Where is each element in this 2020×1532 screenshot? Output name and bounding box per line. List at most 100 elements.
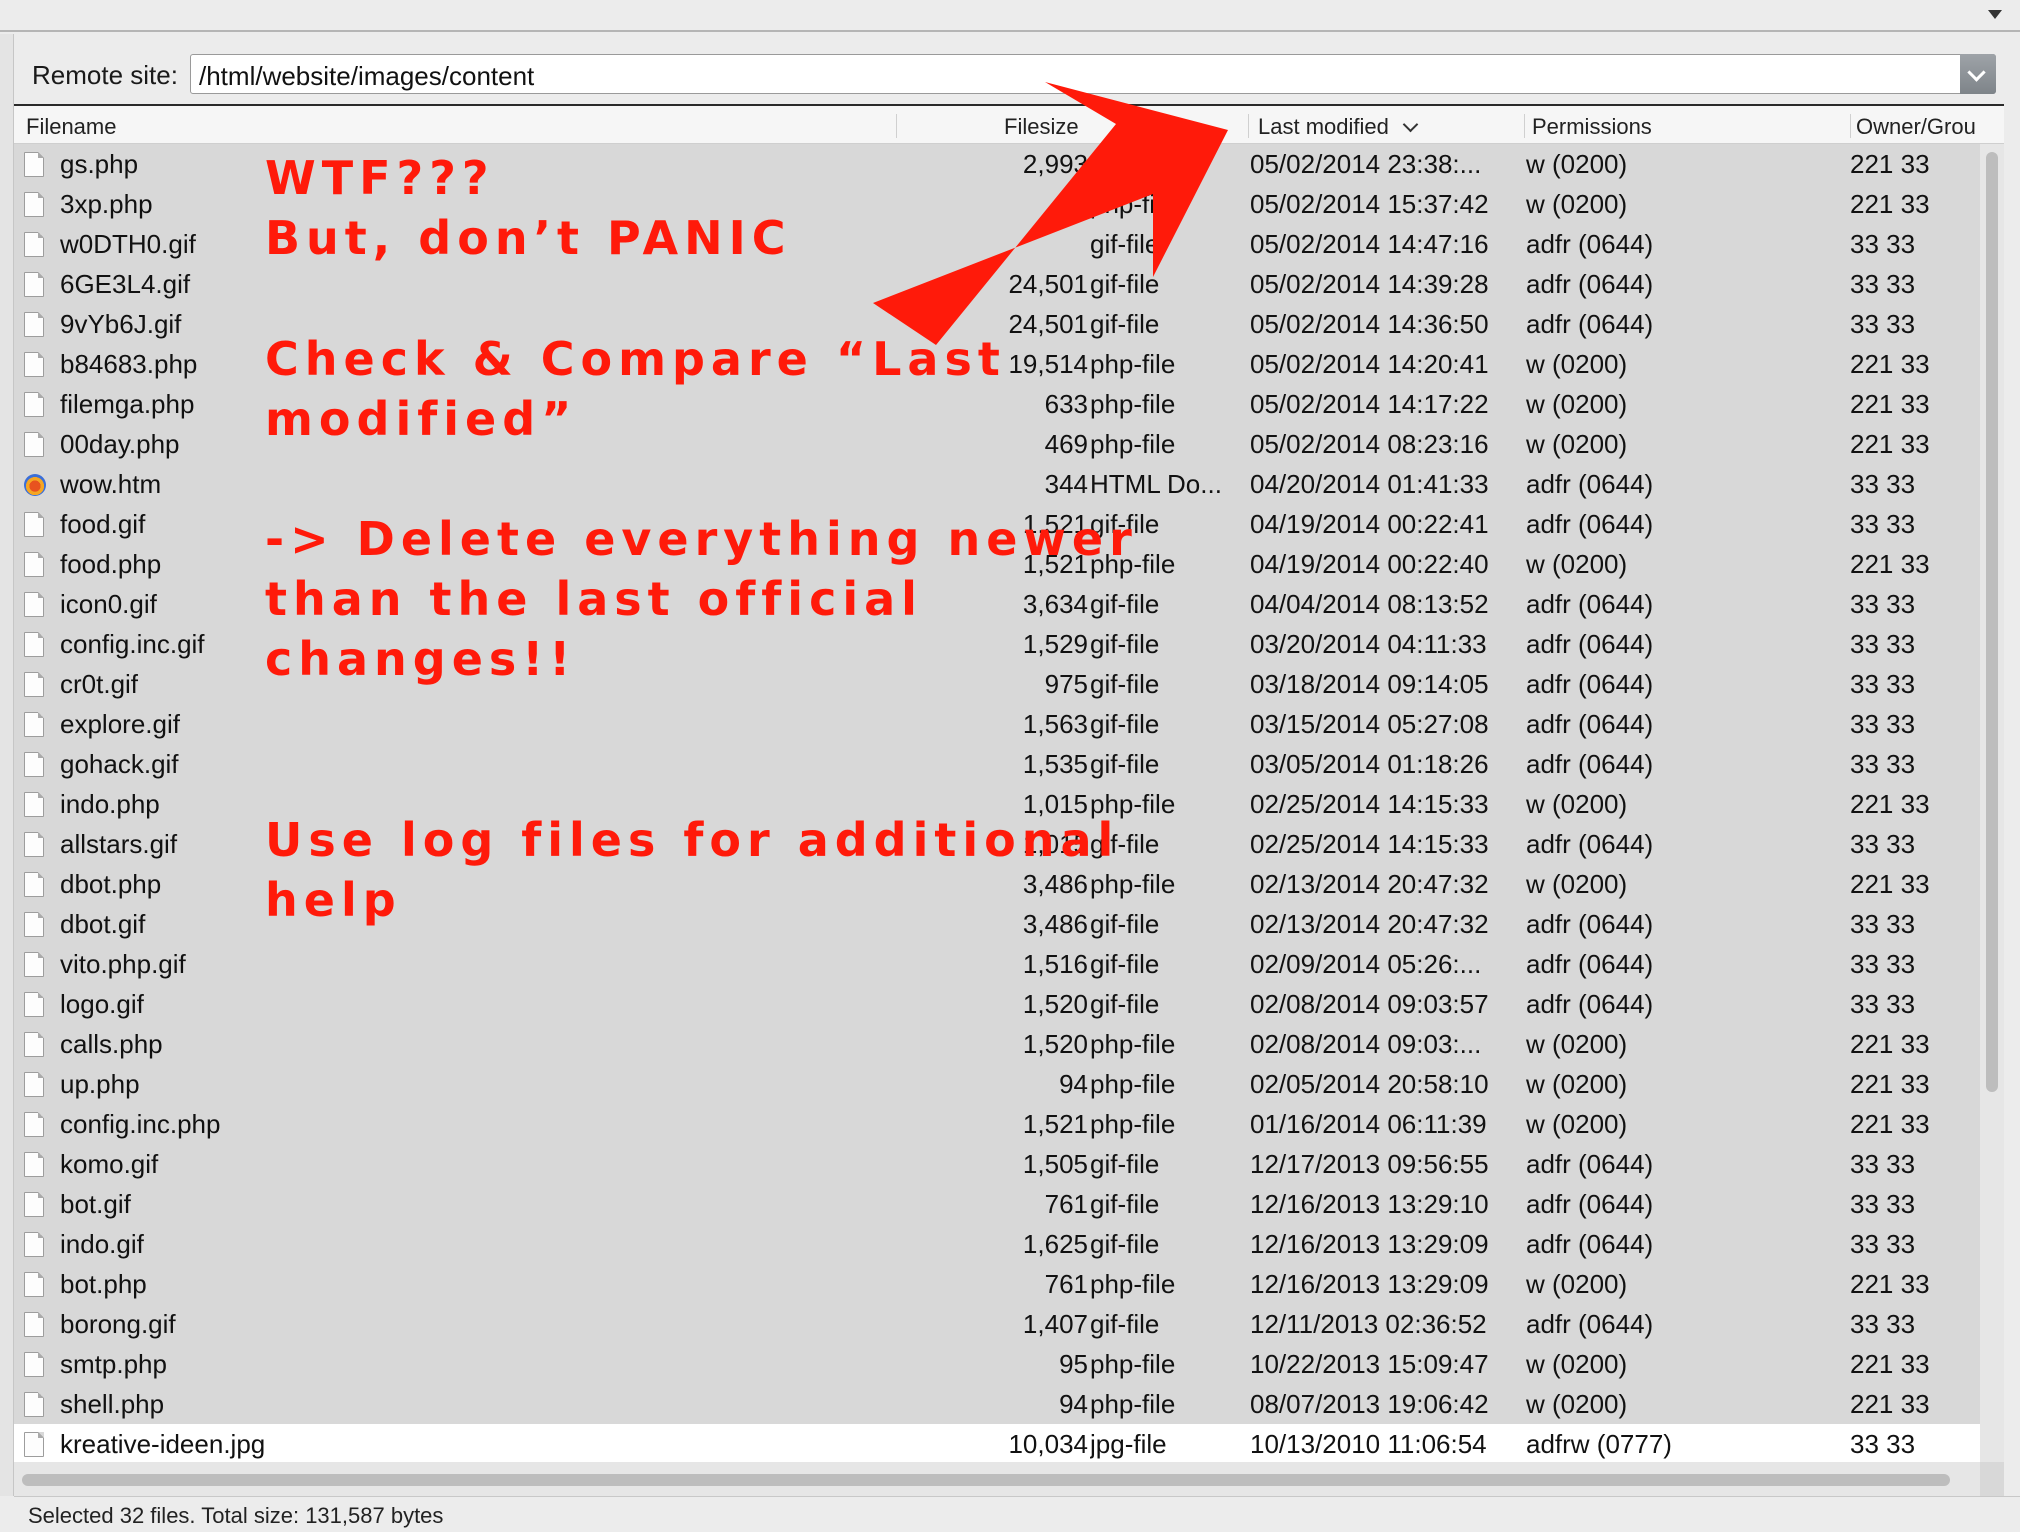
horizontal-scrollbar-thumb[interactable] xyxy=(22,1474,1950,1486)
file-icon xyxy=(24,632,44,657)
file-icon xyxy=(24,552,44,577)
table-row[interactable]: up.php 94 php-file 02/05/2014 20:58:10 w (02… xyxy=(14,1064,1980,1104)
table-row[interactable]: explore.gif 1,563 gif-file 03/15/2014 05:27… xyxy=(14,704,1980,744)
last-modified-cell: 05/02/2014 23:38:... xyxy=(1250,149,1482,179)
table-row[interactable]: shell.php 94 php-file 08/07/2013 19:06:42 w … xyxy=(14,1384,1980,1424)
file-type-cell: gif-file xyxy=(1090,949,1160,979)
file-size-cell: 344 xyxy=(1044,469,1088,499)
table-row[interactable]: gohack.gif 1,535 gif-file 03/05/2014 01:18:… xyxy=(14,744,1980,784)
remote-site-path[interactable]: /html/website/images/content xyxy=(199,61,534,92)
table-row[interactable]: logo.gif 1,520 gif-file 02/08/2014 09:03:57… xyxy=(14,984,1980,1024)
last-modified-cell: 12/17/2013 09:56:55 xyxy=(1250,1149,1489,1179)
horizontal-scrollbar[interactable] xyxy=(14,1462,1980,1496)
file-type-cell: php-file xyxy=(1090,149,1176,179)
owner-group-cell: 221 33 xyxy=(1850,1389,1930,1419)
column-separator[interactable] xyxy=(1524,114,1525,138)
file-type-cell: php-file xyxy=(1090,1269,1176,1299)
owner-group-cell: 33 33 xyxy=(1850,629,1916,659)
column-header-filesize[interactable]: Filesize xyxy=(1004,106,1204,144)
file-icon xyxy=(24,992,44,1017)
last-modified-cell: 02/05/2014 20:58:10 xyxy=(1250,1069,1489,1099)
table-row[interactable]: vito.php.gif 1,516 gif-file 02/09/2014 05:2… xyxy=(14,944,1980,984)
table-row[interactable]: calls.php 1,520 php-file 02/08/2014 09:03:.… xyxy=(14,1024,1980,1064)
remote-site-label: Remote site: xyxy=(32,60,178,90)
file-name-cell: gohack.gif xyxy=(60,749,179,779)
file-name-cell: 6GE3L4.gif xyxy=(60,269,191,299)
table-row[interactable]: kreative-ideen.jpg 10,034 jpg-file 10/13/20… xyxy=(14,1424,1980,1464)
file-type-cell: gif-file xyxy=(1090,229,1160,259)
column-separator[interactable] xyxy=(896,114,897,138)
file-size-cell: 633 xyxy=(1044,389,1088,419)
permissions-cell: w (0200) xyxy=(1526,1069,1628,1099)
table-row[interactable]: 6GE3L4.gif 24,501 gif-file 05/02/2014 14:39… xyxy=(14,264,1980,304)
file-icon xyxy=(24,392,44,417)
file-icon xyxy=(24,1032,44,1057)
file-icon xyxy=(24,232,44,257)
table-row[interactable]: wow.htm 344 HTML Do... 04/20/2014 01:41:33 a… xyxy=(14,464,1980,504)
file-name-cell: bot.php xyxy=(60,1269,147,1299)
last-modified-cell: 12/16/2013 13:29:09 xyxy=(1250,1229,1489,1259)
table-row[interactable]: smtp.php 95 php-file 10/22/2013 15:09:47 w (… xyxy=(14,1344,1980,1384)
file-type-cell: php-file xyxy=(1090,429,1176,459)
file-name-cell: shell.php xyxy=(60,1389,165,1419)
permissions-cell: adfr (0644) xyxy=(1526,829,1654,859)
remote-site-input[interactable]: /html/website/images/content xyxy=(190,54,1996,94)
column-header-permissions[interactable]: Permissions xyxy=(1532,106,1832,144)
last-modified-cell: 03/18/2014 09:14:05 xyxy=(1250,669,1489,699)
last-modified-cell: 12/16/2013 13:29:10 xyxy=(1250,1189,1489,1219)
file-size-cell xyxy=(794,224,1088,264)
permissions-cell: adfr (0644) xyxy=(1526,989,1654,1019)
column-header-filename[interactable]: Filename xyxy=(26,106,686,144)
file-icon xyxy=(24,1152,44,1177)
file-name-cell: kreative-ideen.jpg xyxy=(60,1429,266,1459)
file-name-cell: smtp.php xyxy=(60,1349,167,1379)
file-icon xyxy=(24,832,44,857)
file-size-cell: 1,535 xyxy=(1022,749,1088,779)
last-modified-cell: 02/08/2014 09:03:57 xyxy=(1250,989,1489,1019)
file-size-cell: 1,407 xyxy=(1022,1309,1088,1339)
vertical-scrollbar-thumb[interactable] xyxy=(1986,152,1998,1092)
table-row[interactable]: config.inc.php 1,521 php-file 01/16/2014 06… xyxy=(14,1104,1980,1144)
permissions-cell: adfr (0644) xyxy=(1526,269,1654,299)
file-name-cell: vito.php.gif xyxy=(60,949,186,979)
file-type-cell: php-file xyxy=(1090,1069,1176,1099)
table-row[interactable]: bot.php 761 php-file 12/16/2013 13:29:09 w (… xyxy=(14,1264,1980,1304)
table-row[interactable]: bot.gif 761 gif-file 12/16/2013 13:29:10 adf… xyxy=(14,1184,1980,1224)
file-size-cell: 1,563 xyxy=(1022,709,1088,739)
owner-group-cell: 33 33 xyxy=(1850,669,1916,699)
file-name-cell: komo.gif xyxy=(60,1149,159,1179)
table-row[interactable]: komo.gif 1,505 gif-file 12/17/2013 09:56:55… xyxy=(14,1144,1980,1184)
permissions-cell: adfr (0644) xyxy=(1526,949,1654,979)
chevron-down-icon[interactable] xyxy=(1960,54,1996,94)
last-modified-cell: 02/13/2014 20:47:32 xyxy=(1250,869,1489,899)
remote-site-bar: Remote site: /html/website/images/conten… xyxy=(14,34,2020,104)
permissions-cell: adfr (0644) xyxy=(1526,589,1654,619)
owner-group-cell: 221 33 xyxy=(1850,789,1930,819)
table-row[interactable]: indo.gif 1,625 gif-file 12/16/2013 13:29:09… xyxy=(14,1224,1980,1264)
column-header-last-modified[interactable]: Last modified xyxy=(1258,106,1518,144)
column-separator[interactable] xyxy=(1248,114,1249,138)
file-icon xyxy=(24,272,44,297)
file-size-cell: 1,520 xyxy=(1022,1029,1088,1059)
column-header-owner-group[interactable]: Owner/Grou xyxy=(1856,106,1984,144)
owner-group-cell: 33 33 xyxy=(1850,829,1916,859)
file-type-cell: gif-file xyxy=(1090,269,1160,299)
vertical-scrollbar[interactable] xyxy=(1980,144,2004,1462)
permissions-cell: w (0200) xyxy=(1526,1349,1628,1379)
file-icon xyxy=(24,592,44,617)
permissions-cell: w (0200) xyxy=(1526,149,1628,179)
file-size-cell: 3,486 xyxy=(1022,869,1088,899)
pane-splitter[interactable] xyxy=(0,34,14,1496)
owner-group-cell: 221 33 xyxy=(1850,1269,1930,1299)
file-icon xyxy=(24,752,44,777)
permissions-cell: w (0200) xyxy=(1526,349,1628,379)
column-separator[interactable] xyxy=(1850,114,1851,138)
owner-group-cell: 33 33 xyxy=(1850,229,1916,259)
table-row[interactable]: borong.gif 1,407 gif-file 12/11/2013 02:36:… xyxy=(14,1304,1980,1344)
permissions-cell: w (0200) xyxy=(1526,429,1628,459)
owner-group-cell: 33 33 xyxy=(1850,589,1916,619)
dropdown-arrow-icon[interactable] xyxy=(1988,10,2002,19)
file-icon xyxy=(24,1392,44,1417)
owner-group-cell: 221 33 xyxy=(1850,549,1930,579)
annotation-delete-newer-cont: than the last official xyxy=(265,572,923,626)
